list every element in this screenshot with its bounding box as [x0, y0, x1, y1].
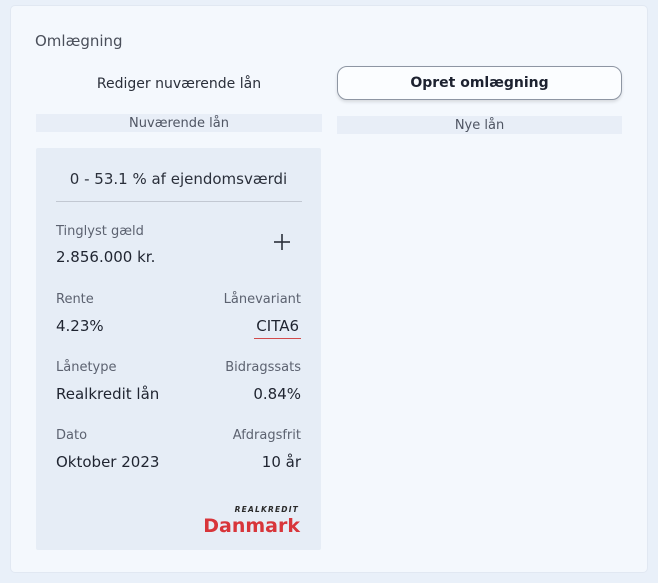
- variant-value-container: CITA6: [254, 317, 301, 339]
- edit-current-loans-button[interactable]: Rediger nuværende lån: [36, 67, 322, 101]
- plus-icon[interactable]: [270, 230, 294, 254]
- variant-label: Lånevariant: [223, 292, 301, 307]
- interest-only-value: 10 år: [261, 453, 301, 471]
- loan-type-label: Lånetype: [56, 360, 117, 375]
- logo-top-text: REALKREDIT: [235, 505, 299, 514]
- interest-only-label: Afdragsfrit: [232, 428, 301, 443]
- loan-range: 0 - 53.1 % af ejendomsværdi: [69, 170, 288, 188]
- date-label: Dato: [56, 428, 88, 443]
- refinancing-panel: Omlægning Rediger nuværende lån Opret om…: [11, 6, 647, 572]
- rate-value: 4.23%: [56, 317, 104, 335]
- card-divider: [56, 201, 302, 202]
- panel-title: Omlægning: [35, 32, 123, 50]
- realkredit-danmark-logo: REALKREDIT Danmark: [201, 502, 301, 537]
- new-loans-header: Nye lån: [337, 116, 622, 134]
- fee-rate-label: Bidragssats: [225, 360, 301, 375]
- fee-rate-value: 0.84%: [253, 385, 301, 403]
- loan-variant-link[interactable]: CITA6: [254, 317, 301, 339]
- debt-label: Tinglyst gæld: [56, 224, 144, 239]
- rate-label: Rente: [56, 292, 94, 307]
- loan-type-value: Realkredit lån: [56, 385, 160, 403]
- logo-main-text: Danmark: [203, 515, 300, 536]
- current-loan-card: 0 - 53.1 % af ejendomsværdi Tinglyst gæl…: [36, 148, 321, 550]
- date-value: Oktober 2023: [56, 453, 160, 471]
- current-loans-header: Nuværende lån: [36, 114, 322, 132]
- create-refinancing-button[interactable]: Opret omlægning: [337, 66, 622, 100]
- debt-value: 2.856.000 kr.: [56, 248, 156, 266]
